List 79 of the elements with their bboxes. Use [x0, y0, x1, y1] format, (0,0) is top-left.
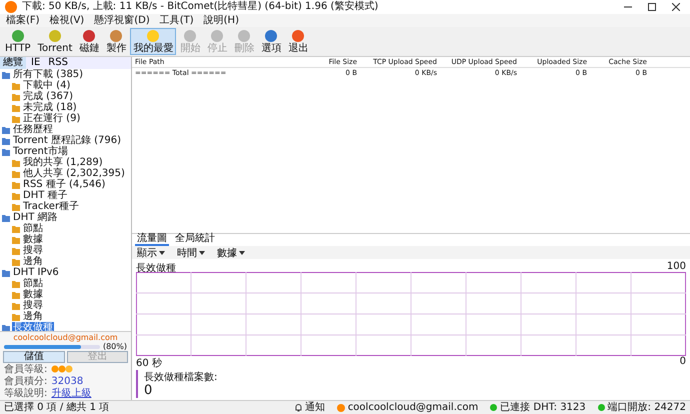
circle-icon [237, 29, 252, 43]
tree-item[interactable]: Tracker種子 [22, 201, 80, 212]
tree-item[interactable]: Torrent 歷程記錄 (796) [12, 135, 122, 146]
axis-label: 0 [680, 356, 686, 368]
tree-item[interactable]: DHT 種子 [22, 190, 69, 201]
dropdown-button[interactable]: 數據 [215, 246, 247, 259]
toolbar-button[interactable]: 選項 [258, 28, 284, 55]
account-email: coolcoolcloud@gmail.com [12, 333, 119, 342]
tree-item[interactable]: 邊角 [22, 311, 44, 322]
chart-title: 長效做種 [136, 262, 176, 272]
dropdown-button[interactable]: 顯示 [135, 246, 167, 259]
info-label: 會員等級: [4, 362, 48, 376]
tree-item[interactable]: 下載中 (4) [22, 80, 72, 91]
menu-item[interactable]: 說明(H) [204, 14, 239, 27]
tree-item[interactable]: DHT 網路 [12, 212, 59, 223]
tree-item[interactable]: 任務歷程 [12, 124, 54, 135]
account-button[interactable]: 儲值 [3, 351, 64, 363]
info-label: 會員積分: [4, 374, 48, 388]
tree-item[interactable]: 搜尋 [22, 300, 44, 311]
medal-icons-drawing [51, 365, 74, 373]
tree-item[interactable]: Torrent市場 [12, 146, 69, 157]
tree-item[interactable]: 正在運行 (9) [22, 113, 82, 124]
level-link[interactable]: 升級上級 [51, 386, 92, 400]
axis-label: 60 秒 [136, 356, 162, 368]
tree-item[interactable]: RSS 種子 (4,546) [22, 179, 106, 190]
circle-icon [109, 29, 124, 43]
counter-value: 0 [144, 384, 154, 398]
sidebar-tab[interactable]: IE [28, 57, 44, 69]
toolbar-button[interactable]: 磁鏈 [76, 28, 102, 55]
tree-item[interactable]: 所有下載 (385) [12, 69, 84, 80]
tree-item[interactable]: DHT IPv6 [12, 267, 60, 278]
toolbar-button[interactable]: 我的最愛 [130, 28, 176, 55]
info-value: 32038 [51, 376, 84, 386]
tree-item[interactable]: 數據 [22, 289, 44, 300]
status-text: 已連接 DHT: 3123 [500, 402, 586, 414]
panel-tab[interactable]: 全局統計 [173, 234, 217, 246]
tree-item[interactable]: 數據 [22, 234, 44, 245]
tree-item[interactable]: 搜尋 [22, 245, 44, 256]
sidebar-tab[interactable]: 總覽 [0, 57, 26, 69]
tree-item[interactable]: 邊角 [22, 256, 44, 267]
user-icon [336, 404, 345, 412]
bell-icon [294, 404, 302, 412]
circle-icon [183, 29, 198, 43]
status-text: 通知 [304, 402, 325, 414]
circle-icon [264, 29, 278, 43]
toolbar-button[interactable]: HTTP [2, 28, 34, 55]
circle-icon [10, 29, 25, 43]
info-label: 等級說明: [4, 386, 48, 400]
menu-item[interactable]: 檔案(F) [6, 14, 40, 27]
counter-label: 長效做種檔案數: [144, 370, 218, 384]
circle-icon [82, 29, 96, 43]
status-text: coolcoolcloud@gmail.com [348, 402, 478, 414]
level-reading: (80%) [102, 342, 127, 351]
app-logo-icon [4, 0, 18, 14]
selection-status: 已選擇 0 項 / 總共 1 項 [4, 402, 110, 414]
axis-label: 100 [666, 261, 686, 272]
tree-item[interactable]: 完成 (367) [22, 91, 74, 102]
tree-item[interactable]: 我的共享 (1,289) [22, 157, 104, 168]
circle-icon [48, 29, 62, 43]
tree-item[interactable]: 他人共享 (2,302,395) [22, 168, 126, 179]
circle-icon [210, 29, 224, 43]
window-title: 下載: 50 KB/s, 上載: 11 KB/s - BitComet(比特彗星) (64-bit) 1.96 (繁安模式) [22, 1, 380, 13]
sidebar-tab[interactable]: RSS [45, 57, 71, 69]
status-text: 端口開放: 24272 [608, 402, 686, 414]
dropdown-button[interactable]: 時間 [175, 246, 207, 259]
menu-item[interactable]: 懸浮視窗(D) [94, 14, 150, 27]
toolbar-button[interactable]: 製作 [103, 28, 130, 55]
menu-item[interactable]: 檢視(V) [50, 14, 84, 27]
caret-icon [239, 250, 245, 254]
tree-item[interactable]: 未完成 (18) [22, 102, 78, 113]
circle-icon [291, 29, 306, 43]
tree-item[interactable]: 節點 [22, 223, 44, 234]
circle-icon [146, 29, 160, 43]
caret-icon [199, 250, 205, 254]
tree-item[interactable]: 節點 [22, 278, 44, 289]
toolbar-button[interactable]: 退出 [285, 28, 312, 55]
caret-icon [159, 250, 165, 254]
toolbar-button[interactable]: Torrent [34, 28, 76, 55]
menu-item[interactable]: 工具(T) [160, 14, 194, 27]
